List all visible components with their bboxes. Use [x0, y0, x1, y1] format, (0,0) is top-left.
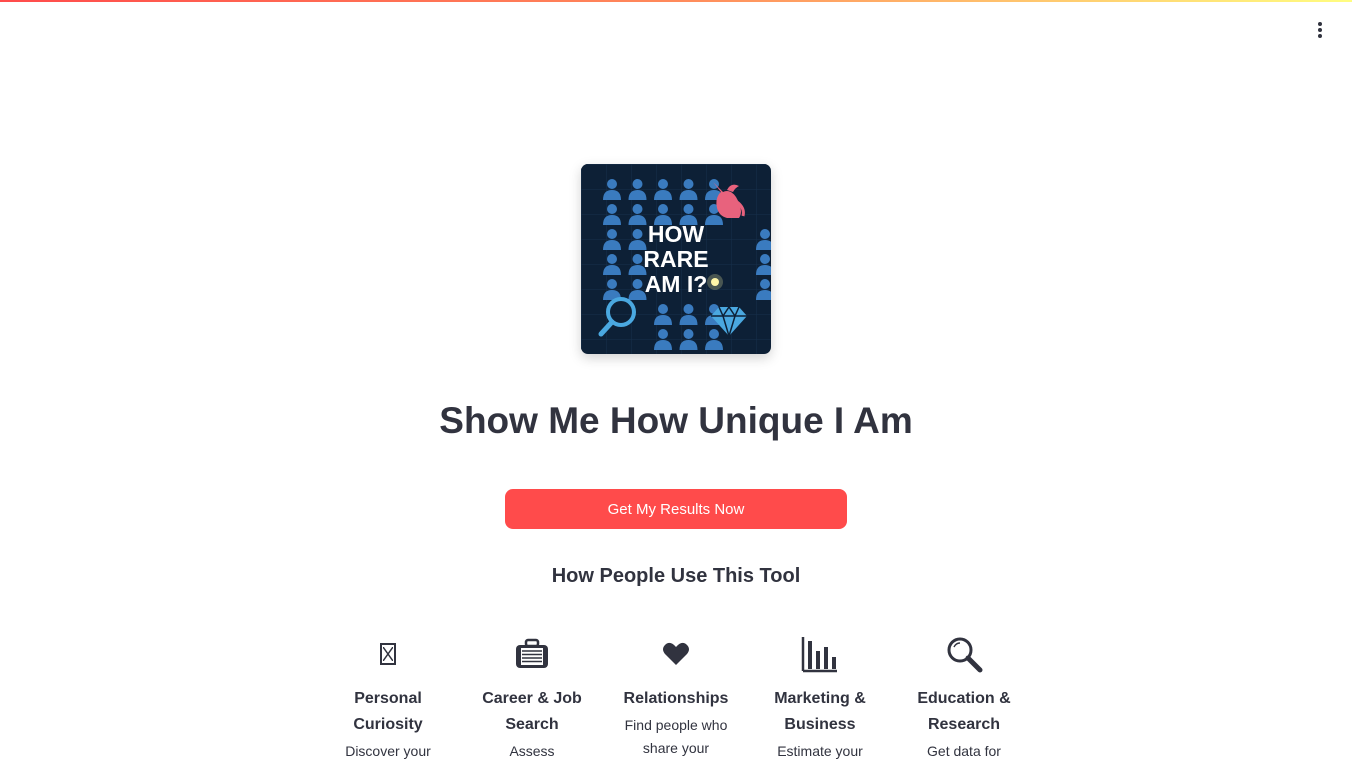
- heart-icon: [663, 642, 689, 665]
- hero-logo-image: HOW RARE AM I?: [581, 164, 771, 354]
- use-desc: Find people who share your: [624, 717, 728, 756]
- use-card-career-job-search: Career & Job Search Assess: [460, 632, 604, 763]
- hero-illustration: HOW RARE AM I?: [581, 164, 771, 354]
- use-card-marketing-business: Marketing & Business Estimate your: [748, 632, 892, 763]
- use-title: Education & Research: [917, 690, 1011, 733]
- hero-text-line-1: HOW: [648, 221, 705, 247]
- hero-text-line-3: AM I?: [645, 271, 708, 297]
- kebab-menu-icon: [1318, 22, 1322, 26]
- use-title: Relationships: [623, 690, 729, 707]
- use-card-education-research: Education & Research Get data for: [892, 632, 1036, 763]
- bar-chart-icon: [801, 637, 837, 673]
- magnifier-icon: [947, 637, 983, 673]
- briefcase-icon: [516, 638, 548, 668]
- use-cases-row: Personal Curiosity Discover your Career …: [316, 632, 1036, 763]
- use-title: Personal Curiosity: [353, 690, 423, 733]
- top-decoration-bar: [0, 0, 1352, 2]
- main-menu-button[interactable]: [1308, 18, 1332, 42]
- section-title: How People Use This Tool: [551, 565, 801, 587]
- hourglass-icon: [380, 643, 396, 665]
- page-title: Show Me How Unique I Am: [439, 400, 913, 441]
- get-results-button[interactable]: Get My Results Now: [505, 489, 847, 529]
- use-card-relationships: Relationships Find people who share your: [604, 632, 748, 763]
- hero-text-line-2: RARE: [643, 246, 708, 272]
- use-card-personal-curiosity: Personal Curiosity Discover your: [316, 632, 460, 763]
- use-title: Marketing & Business: [774, 690, 866, 733]
- use-title: Career & Job Search: [482, 690, 582, 733]
